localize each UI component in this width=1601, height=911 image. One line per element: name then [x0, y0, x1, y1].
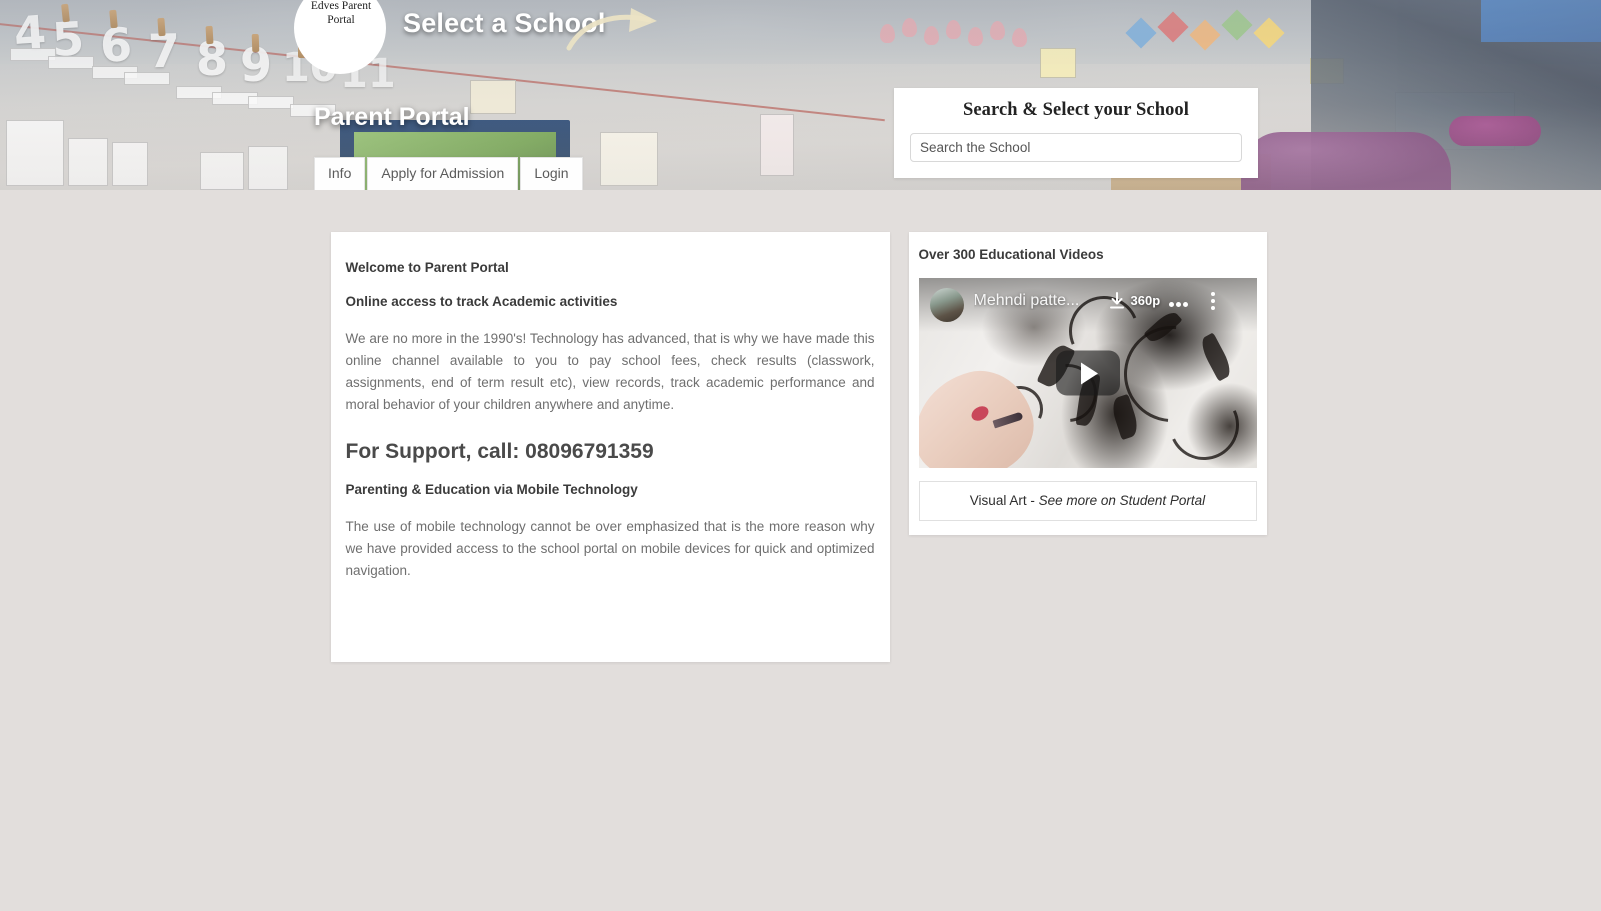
media-caption-link[interactable]: See more on Student Portal: [1039, 493, 1206, 508]
info-heading: Welcome to Parent Portal: [345, 260, 509, 275]
hero-tab-bar: Info Apply for Admission Login: [314, 157, 583, 190]
download-icon[interactable]: [1109, 292, 1125, 310]
media-card: Over 300 Educational Videos Mehndi patte…: [908, 232, 1267, 535]
media-caption-prefix: Visual Art -: [969, 493, 1039, 508]
main-content: Welcome to Parent Portal Online access t…: [0, 190, 1601, 662]
channel-avatar[interactable]: [929, 288, 964, 322]
media-card-title: Over 300 Educational Videos: [918, 247, 1104, 262]
media-caption[interactable]: Visual Art - See more on Student Portal: [918, 481, 1257, 521]
info-subheading-2: Parenting & Education via Mobile Technol…: [345, 482, 638, 497]
broken-image-placeholder: Welcome to Edves Parent Portal: [297, 0, 383, 27]
more-horizontal-icon[interactable]: [1168, 294, 1190, 312]
hero-banner: 4 5 6 7 8 9 10 11: [0, 0, 1601, 190]
hero-background-photo: 4 5 6 7 8 9 10 11: [0, 0, 1601, 190]
content-container: Welcome to Parent Portal Online access t…: [330, 232, 1271, 662]
more-vertical-icon[interactable]: [1210, 292, 1215, 313]
logo-alt-text: Welcome to Edves Parent Portal: [310, 0, 372, 26]
tab-info[interactable]: Info: [314, 157, 366, 190]
video-player[interactable]: Mehndi patte... 360p: [918, 278, 1257, 468]
hero-portal-title: Parent Portal: [314, 103, 470, 131]
video-title[interactable]: Mehndi patte...: [974, 292, 1080, 310]
video-quality-label[interactable]: 360p: [1131, 293, 1161, 308]
info-subheading: Online access to track Academic activiti…: [345, 294, 618, 309]
info-card: Welcome to Parent Portal Online access t…: [330, 232, 890, 662]
info-paragraph-2: The use of mobile technology cannot be o…: [345, 519, 875, 578]
school-search-card: Search & Select your School: [894, 88, 1258, 178]
play-icon[interactable]: [1055, 350, 1120, 396]
support-phone-line: For Support, call: 08096791359: [345, 440, 654, 463]
search-input[interactable]: [910, 133, 1242, 162]
tab-apply-for-admission[interactable]: Apply for Admission: [367, 157, 519, 190]
curved-arrow-right-icon: [566, 8, 657, 51]
tab-login[interactable]: Login: [520, 157, 583, 190]
search-card-title: Search & Select your School: [962, 100, 1190, 120]
info-paragraph-1: We are no more in the 1990's! Technology…: [345, 331, 875, 412]
